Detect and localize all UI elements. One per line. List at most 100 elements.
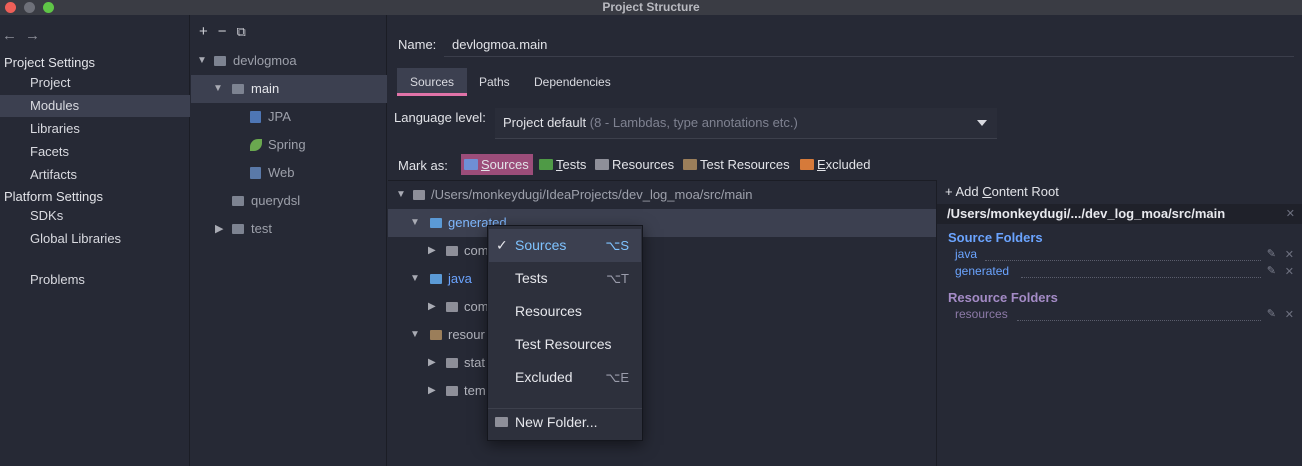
menu-item-label: Resources <box>515 303 582 319</box>
folder-node-com[interactable]: ▶ com <box>388 293 936 321</box>
facet-node-jpa[interactable]: JPA <box>191 103 387 131</box>
dotted-leader <box>1021 277 1261 278</box>
resources-folder-icon <box>430 330 442 340</box>
remove-module-button[interactable]: − <box>218 23 227 40</box>
tree-label: /Users/monkeydugi/IdeaProjects/dev_log_m… <box>431 187 753 202</box>
tab-sources[interactable]: Sources <box>397 68 468 96</box>
menu-item-sources[interactable]: ✓ Sources ⌥S <box>489 229 641 262</box>
remove-content-root-icon[interactable]: ✕ <box>1286 204 1295 224</box>
folder-node-root[interactable]: ▼ /Users/monkeydugi/IdeaProjects/dev_log… <box>388 181 936 209</box>
folder-icon <box>413 190 425 200</box>
tree-label: resour <box>448 327 485 342</box>
mark-as-context-menu: ✓ Sources ⌥S Tests ⌥T Resources Test Res… <box>487 225 643 441</box>
dropdown-caret-icon[interactable] <box>977 120 987 126</box>
mnemonic-e: E <box>817 157 826 172</box>
menu-item-resources[interactable]: Resources <box>489 295 641 328</box>
language-level-hint: (8 - Lambdas, type annotations etc.) <box>589 115 798 130</box>
settings-sidebar: ←→ Project Settings Project Modules Libr… <box>0 15 190 466</box>
module-node-devlogmoa[interactable]: ▼ devlogmoa <box>191 47 387 75</box>
add-content-root-button[interactable]: + Add Content Root <box>945 184 1059 199</box>
mnemonic-s: S <box>481 157 490 172</box>
folder-node-java[interactable]: ▼ java <box>388 265 936 293</box>
menu-item-label: Tests <box>515 270 548 286</box>
menu-item-excluded[interactable]: Excluded ⌥E <box>489 361 641 394</box>
content-root-path-text: /Users/monkeydugi/.../dev_log_moa/src/ma… <box>947 206 1226 221</box>
chevron-down-icon[interactable]: ▼ <box>396 181 406 209</box>
chevron-down-icon[interactable]: ▼ <box>410 265 420 293</box>
name-field[interactable]: devlogmoa.main <box>452 37 547 52</box>
sidebar-item-libraries[interactable]: Libraries <box>0 118 190 140</box>
edit-pencil-icon[interactable]: ✎ <box>1267 307 1276 320</box>
section-project-settings: Project Settings <box>4 55 96 70</box>
source-folder-generated[interactable]: generated <box>955 264 1009 278</box>
language-level-select[interactable]: Project default (8 - Lambdas, type annot… <box>495 108 997 139</box>
forward-arrow-icon[interactable]: → <box>25 27 48 44</box>
mark-excluded-button[interactable]: Excluded <box>797 154 870 175</box>
module-folder-icon <box>232 84 244 94</box>
mark-sources-label: ources <box>489 157 529 172</box>
sidebar-item-artifacts[interactable]: Artifacts <box>0 164 190 186</box>
edit-pencil-icon[interactable]: ✎ <box>1267 247 1276 260</box>
folder-node-generated[interactable]: ▼ generated <box>388 209 936 237</box>
module-toolbar: + − ⧉ <box>199 23 256 40</box>
package-icon <box>446 246 458 256</box>
history-nav: ←→ <box>2 27 48 44</box>
mark-resources-button[interactable]: Resources <box>592 154 674 175</box>
menu-item-tests[interactable]: Tests ⌥T <box>489 262 641 295</box>
tab-paths[interactable]: Paths <box>466 68 523 96</box>
jpa-icon <box>250 111 261 123</box>
tree-label: com <box>464 299 489 314</box>
facet-node-spring[interactable]: Spring <box>191 131 387 159</box>
folder-node-resources[interactable]: ▼ resour <box>388 321 936 349</box>
tree-label: querydsl <box>251 193 301 208</box>
mark-sources-button[interactable]: Sources <box>461 154 533 175</box>
chevron-down-icon[interactable]: ▼ <box>410 209 420 237</box>
tests-folder-icon <box>539 159 553 170</box>
chevron-right-icon[interactable]: ▶ <box>428 377 436 405</box>
chevron-right-icon[interactable]: ▶ <box>428 237 436 265</box>
facet-node-web[interactable]: Web <box>191 159 387 187</box>
resource-folder-resources[interactable]: resources <box>955 307 1008 321</box>
source-folder-java[interactable]: java <box>955 247 977 261</box>
copy-module-button[interactable]: ⧉ <box>237 24 246 39</box>
source-folder-icon <box>430 218 442 228</box>
content-root-path: /Users/monkeydugi/.../dev_log_moa/src/ma… <box>937 204 1302 224</box>
tab-dependencies[interactable]: Dependencies <box>521 68 624 96</box>
folder-node-com[interactable]: ▶ com <box>388 237 936 265</box>
sidebar-item-facets[interactable]: Facets <box>0 141 190 163</box>
content-root-pane: + Add Content Root /Users/monkeydugi/...… <box>936 180 1302 466</box>
mark-tests-label: ests <box>562 157 587 172</box>
chevron-right-icon[interactable]: ▶ <box>428 293 436 321</box>
tree-label: Web <box>268 165 295 180</box>
back-arrow-icon[interactable]: ← <box>2 27 25 44</box>
sidebar-item-problems[interactable]: Problems <box>0 269 190 291</box>
edit-pencil-icon[interactable]: ✎ <box>1267 264 1276 277</box>
folder-node-static[interactable]: ▶ stat <box>388 349 936 377</box>
sidebar-item-sdks[interactable]: SDKs <box>0 205 190 227</box>
sidebar-item-global-libraries[interactable]: Global Libraries <box>0 228 190 250</box>
name-label: Name: <box>398 37 437 52</box>
resources-folder-icon <box>595 159 609 170</box>
chevron-down-icon[interactable]: ▼ <box>213 75 223 103</box>
chevron-down-icon[interactable]: ▼ <box>410 321 420 349</box>
remove-folder-icon[interactable]: ✕ <box>1285 248 1294 261</box>
menu-item-new-folder[interactable]: New Folder... <box>489 406 641 439</box>
remove-folder-icon[interactable]: ✕ <box>1285 308 1294 321</box>
menu-item-test-resources[interactable]: Test Resources <box>489 328 641 361</box>
chevron-right-icon[interactable]: ▶ <box>215 215 223 243</box>
sidebar-item-modules[interactable]: Modules <box>0 95 190 117</box>
mark-test-resources-button[interactable]: Test Resources <box>680 154 790 175</box>
sidebar-item-project[interactable]: Project <box>0 72 190 94</box>
module-node-test[interactable]: ▶ test <box>191 215 387 243</box>
folder-node-templates[interactable]: ▶ tem <box>388 377 936 405</box>
chevron-down-icon[interactable]: ▼ <box>197 47 207 75</box>
add-module-button[interactable]: + <box>199 23 208 40</box>
mark-tests-button[interactable]: Tests <box>536 154 586 175</box>
remove-folder-icon[interactable]: ✕ <box>1285 265 1294 278</box>
module-node-querydsl[interactable]: querydsl <box>191 187 387 215</box>
chevron-right-icon[interactable]: ▶ <box>428 349 436 377</box>
mnemonic-c: C <box>982 184 992 199</box>
module-node-main[interactable]: ▼ main <box>191 75 387 103</box>
add-content-root-label: ontent Root <box>991 184 1059 199</box>
tree-label: devlogmoa <box>233 53 297 68</box>
